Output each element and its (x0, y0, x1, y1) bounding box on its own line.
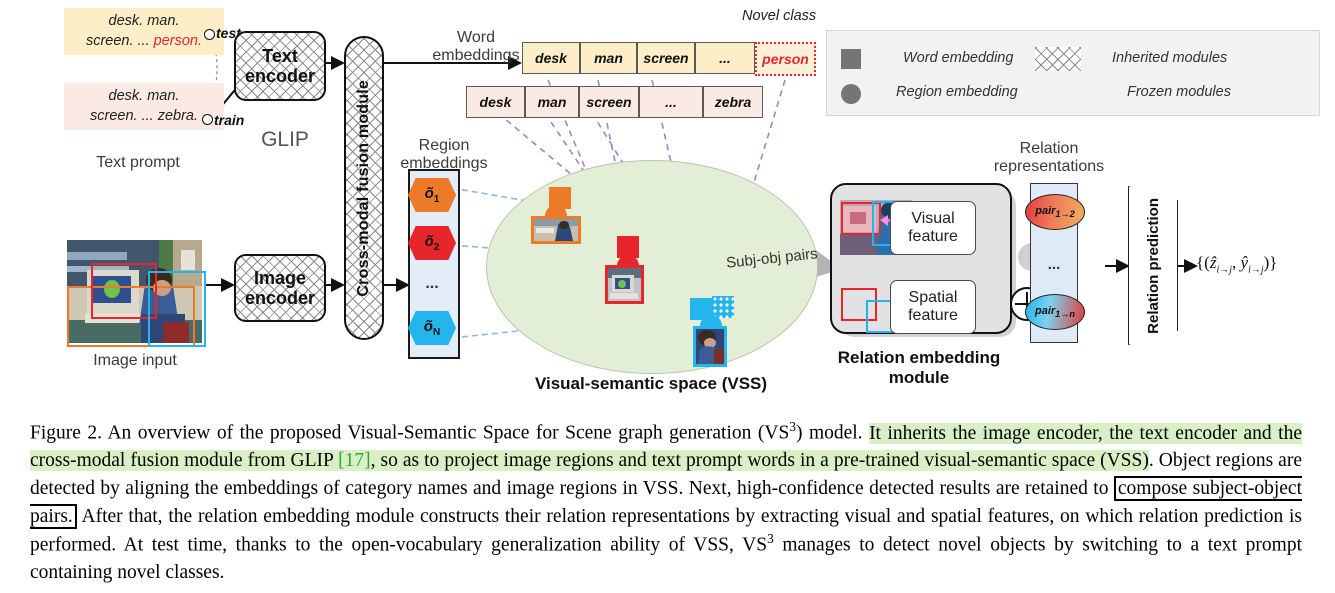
caption-part-2: ) model. (795, 422, 870, 444)
glip-label: GLIP (261, 128, 309, 151)
text-prompt-test: desk. man. screen. ... person. (64, 8, 224, 56)
word-cell[interactable]: desk (466, 86, 525, 118)
relation-module-caption: Relation embedding module (837, 348, 1001, 387)
vss-thumbnail-red (605, 265, 644, 304)
visual-feature-box[interactable]: Visual feature (890, 201, 976, 255)
word-cell[interactable]: screen (579, 86, 639, 118)
caption-sup-1: 3 (789, 419, 796, 434)
spatial-feature-label: Spatial feature (908, 289, 958, 324)
word-cell[interactable]: man (525, 86, 579, 118)
fusion-module-label: Cross-modal fusion module (355, 79, 372, 297)
prompt-test-line2a: screen. ... (85, 32, 154, 49)
legend-frozen-modules-label: Frozen modules (1127, 84, 1231, 100)
region-embeddings-column: õ1 õ2 ... õN (408, 169, 460, 359)
relation-prediction-block[interactable]: Relation prediction (1128, 186, 1178, 345)
word-cell[interactable]: ... (639, 86, 703, 118)
caption-part-1: Figure 2. An overview of the proposed Vi… (30, 422, 790, 444)
region-token-n[interactable]: õN (408, 311, 456, 345)
caption-highlight-2: , so as to project image regions and tex… (370, 450, 1149, 472)
relation-representations-label: Relation representations (993, 140, 1105, 176)
legend-panel: Word embedding Inherited modules Region … (826, 30, 1320, 116)
test-node-dot[interactable] (204, 29, 215, 40)
word-cell[interactable]: man (580, 42, 637, 74)
text-encoder-label: Text encoder (244, 45, 316, 86)
relation-representations-column: pair1→2 ... pair1→n (1025, 183, 1085, 343)
region-token-2[interactable]: õ2 (408, 226, 456, 260)
region-token-ellipsis: ... (425, 275, 439, 292)
figure-caption: Figure 2. An overview of the proposed Vi… (30, 418, 1302, 587)
train-node-label: train (214, 112, 245, 128)
legend-region-embedding-label: Region embedding (896, 84, 1018, 100)
bbox-blue-image-input (148, 271, 206, 347)
legend-hatched-swatch (1035, 47, 1081, 71)
prompt-train-line1: desk. man. (108, 88, 180, 104)
prompt-test-line1: desk. man. (108, 13, 180, 29)
novel-class-label: Novel class (742, 8, 817, 24)
pair-embedding-1[interactable]: pair1→2 (1025, 194, 1085, 230)
lock-icon-text-encoder (303, 15, 319, 33)
spatial-feature-box[interactable]: Spatial feature (890, 280, 976, 334)
vss-thumbnail-orange (531, 216, 581, 244)
caption-sup-2: 3 (767, 531, 774, 547)
word-embedding-row-test: desk man screen ... person (522, 42, 816, 76)
vss-caption: Visual-semantic space (VSS) (534, 374, 768, 393)
word-cell-novel[interactable]: person (755, 42, 816, 76)
relation-prediction-label: Relation prediction (1144, 197, 1162, 334)
legend-inherited-modules-label: Inherited modules (1112, 50, 1228, 66)
prompt-train-line2: screen. ... zebra. (90, 107, 198, 124)
text-prompt-train: desk. man. screen. ... zebra. (64, 83, 224, 131)
text-encoder-block[interactable]: Text encoder (234, 31, 326, 101)
word-embedding-row-train: desk man screen ... zebra (466, 86, 763, 118)
pair-ellipsis: ... (1047, 256, 1061, 273)
caption-citation[interactable]: [17] (338, 450, 371, 472)
output-formula: {(ẑi→j, ŷi→j)} (1196, 253, 1278, 276)
legend-square-swatch (841, 49, 861, 69)
prompt-test-novel-word: person. (153, 32, 203, 49)
word-cell[interactable]: zebra (703, 86, 763, 118)
figure-diagram: desk. man. screen. ... person. desk. man… (0, 0, 1335, 405)
lock-icon-image-encoder (303, 257, 319, 275)
cross-modal-fusion-module[interactable]: Cross-modal fusion module (344, 36, 384, 340)
pair-embedding-n[interactable]: pair1→n (1025, 294, 1085, 330)
train-node-dot[interactable] (202, 114, 213, 125)
region-token-1[interactable]: õ1 (408, 178, 456, 212)
vss-thumbnail-blue (693, 326, 727, 367)
legend-lock-icon (1052, 83, 1068, 101)
word-embeddings-label: Word embeddings (432, 29, 520, 65)
word-cell[interactable]: ... (695, 42, 755, 74)
visual-feature-label: Visual feature (908, 210, 958, 245)
text-prompt-caption: Text prompt (96, 154, 180, 171)
image-input-caption: Image input (93, 352, 177, 369)
word-cell[interactable]: desk (522, 42, 580, 74)
word-cell[interactable]: screen (637, 42, 695, 74)
legend-circle-swatch (841, 84, 861, 104)
legend-word-embedding-label: Word embedding (903, 50, 1014, 66)
word-embedding-point-blue-novel (712, 296, 734, 318)
